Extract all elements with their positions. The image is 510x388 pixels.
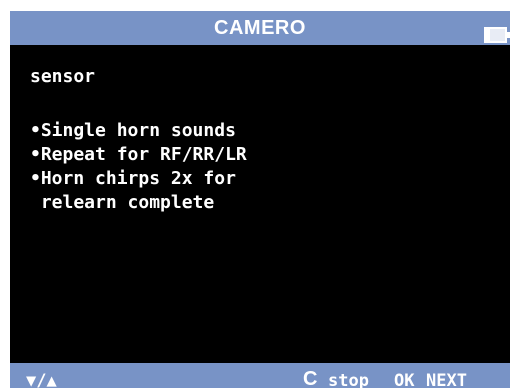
message-screen: sensor •Single horn sounds •Repeat for R… [10,45,510,363]
next-softkey[interactable]: NEXT [426,370,467,388]
message-line: •Repeat for RF/RR/LR [30,144,247,165]
scroll-arrows-key[interactable]: ▼/▲ [26,370,57,388]
message-line: sensor [30,66,96,87]
battery-icon [484,20,510,43]
c-key[interactable]: C [303,368,317,388]
ok-softkey[interactable]: OK [394,370,414,388]
scan-tool-display: CAMERO sensor •Single horn sounds •Repea… [0,0,510,388]
screen-title: CAMERO [214,17,306,39]
message-line: relearn complete [30,192,215,213]
softkey-bar: ▼/▲ C stop OK NEXT [10,363,510,388]
stop-softkey[interactable]: stop [328,370,369,388]
message-line: •Horn chirps 2x for [30,168,236,189]
message-line: •Single horn sounds [30,120,236,141]
title-bar: CAMERO [10,11,510,45]
